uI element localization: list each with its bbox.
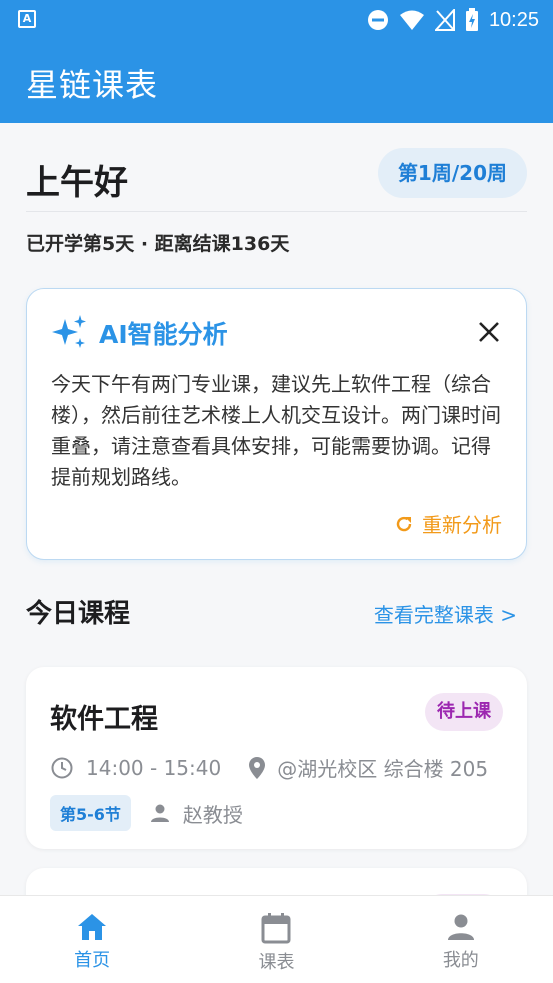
battery-charging-icon (465, 8, 478, 31)
course-teacher: 赵教授 (182, 802, 243, 827)
ai-card-title: AI智能分析 (99, 320, 228, 349)
course-location: @湖光校区 综合楼 205 (277, 757, 489, 781)
period-badge: 第5-6节 (50, 795, 131, 831)
bottom-navigation: 首页 课表 我的 (0, 895, 553, 983)
ai-analysis-text: 今天下午有两门专业课，建议先上软件工程（综合楼），然后前往艺术楼上人机交互设计。… (51, 372, 501, 489)
course-meta: 第5-6节 赵教授 (50, 795, 243, 831)
course-card[interactable] (26, 868, 527, 895)
course-name: 软件工程 (50, 704, 158, 735)
tab-schedule[interactable]: 课表 (184, 896, 368, 983)
person-icon (447, 914, 474, 940)
refresh-icon (396, 516, 412, 531)
tab-profile[interactable]: 我的 (369, 896, 553, 983)
person-icon (150, 804, 169, 822)
status-bar: A 10:25 (0, 0, 553, 40)
app-notification-icon: A (18, 10, 36, 28)
do-not-disturb-icon (367, 10, 388, 30)
status-icons: 10:25 (367, 6, 539, 34)
reanalyze-label: 重新分析 (422, 513, 502, 537)
location-pin-icon (249, 756, 266, 779)
tab-schedule-label: 课表 (258, 952, 295, 973)
week-badge: 第1周/20周 (377, 148, 527, 198)
main-content[interactable]: 上午好 第1周/20周 已开学第5天 · 距离结课136天 AI智能分析 今天下… (0, 123, 553, 895)
ai-analysis-card: AI智能分析 今天下午有两门专业课，建议先上软件工程（综合楼），然后前往艺术楼上… (26, 288, 527, 560)
divider (26, 211, 527, 212)
status-badge: 待上课 (425, 693, 503, 731)
greeting-title: 上午好 (26, 163, 128, 203)
course-card[interactable]: 软件工程 待上课 14:00 - 15:40 @湖光校区 综合楼 205 第5-… (26, 667, 527, 849)
app-bar: 星链课表 (0, 40, 553, 123)
app-title: 星链课表 (26, 66, 159, 104)
close-icon[interactable] (476, 319, 502, 345)
home-icon (78, 914, 107, 940)
clock: 10:25 (488, 8, 539, 31)
wifi-icon (399, 10, 424, 30)
reanalyze-button[interactable]: 重新分析 (394, 509, 502, 538)
calendar-icon (261, 913, 291, 944)
clock-icon (51, 757, 73, 778)
today-courses-title: 今日课程 (26, 599, 131, 629)
course-time-location: 14:00 - 15:40 @湖光校区 综合楼 205 (50, 753, 488, 782)
tab-profile-label: 我的 (442, 950, 479, 971)
tab-home[interactable]: 首页 (0, 896, 184, 983)
sparkle-icon (52, 315, 86, 348)
view-full-schedule-link[interactable]: 查看完整课表 > (374, 599, 517, 628)
semester-progress: 已开学第5天 · 距离结课136天 (26, 233, 290, 255)
no-signal-icon (434, 9, 455, 31)
course-time: 14:00 - 15:40 (86, 755, 222, 780)
tab-home-label: 首页 (74, 950, 111, 971)
